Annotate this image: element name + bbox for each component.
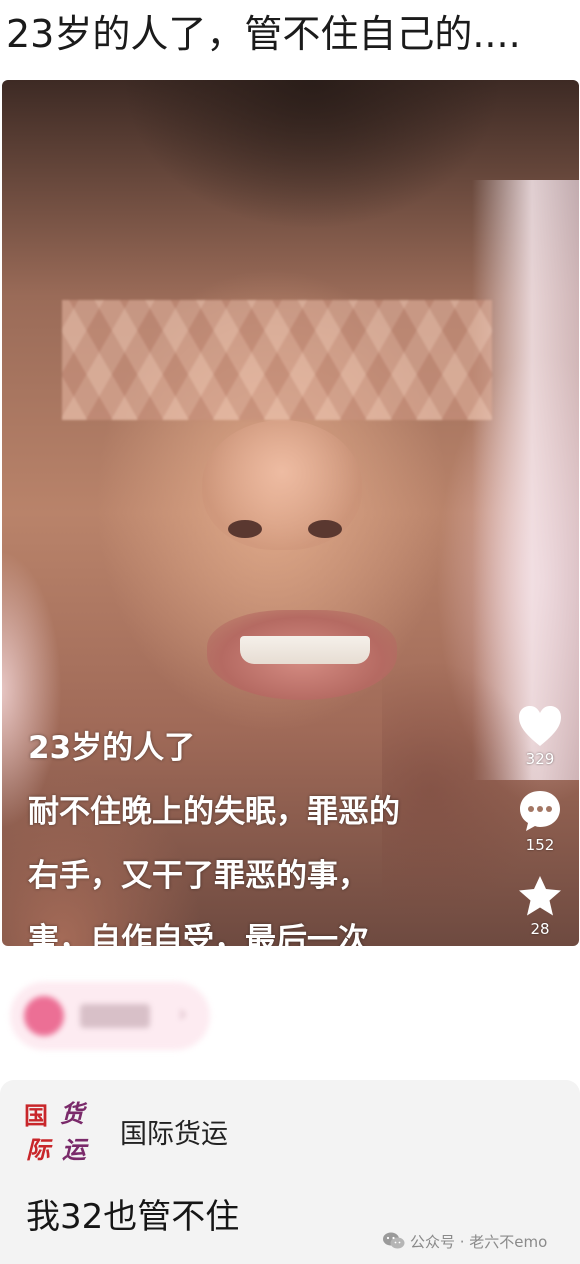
comment-text: 我32也管不住 [26, 1197, 240, 1237]
caption-line: 23岁的人了 [28, 730, 196, 766]
photo-hair [122, 80, 502, 230]
like-count: 329 [525, 750, 555, 768]
photo-nostril-right [308, 520, 342, 538]
wechat-icon [383, 1232, 405, 1249]
like-button[interactable]: 329 [517, 704, 563, 768]
video-caption: 23岁的人了 耐不住晚上的失眠，罪恶的 右手，又干了罪恶的事， 害，自作自受，最… [28, 716, 498, 946]
logo-char: 货 [60, 1099, 84, 1128]
post-title: 23岁的人了，管不住自己的.... [6, 12, 521, 56]
logo-char: 国 [24, 1101, 48, 1130]
author-chip-blurred[interactable]: › [10, 982, 210, 1050]
photo-nostril-left [228, 520, 262, 538]
caption-line: 耐不住晚上的失眠，罪恶的 [28, 794, 400, 830]
caption-line: 害，自作自受，最后一次 [28, 922, 369, 946]
author-avatar [24, 996, 64, 1036]
star-icon [519, 876, 561, 916]
comment-bubble-icon [520, 791, 560, 831]
comment-count: 152 [525, 836, 555, 854]
video-action-bar: 329 152 28 [502, 704, 578, 944]
caption-line: 右手，又干了罪恶的事， [28, 858, 369, 894]
video-frame[interactable]: 23岁的人了 耐不住晚上的失眠，罪恶的 右手，又干了罪恶的事， 害，自作自受，最… [2, 80, 579, 946]
heart-icon [519, 706, 561, 746]
favorite-button[interactable]: 28 [517, 874, 563, 938]
author-name-blurred [80, 1004, 150, 1028]
logo-char: 际 [26, 1135, 50, 1164]
comment-button[interactable]: 152 [517, 788, 563, 854]
commenter-name[interactable]: 国际货运 [120, 1118, 228, 1152]
commenter-avatar[interactable]: 国 货 际 运 [22, 1099, 90, 1168]
photo-teeth [240, 636, 370, 664]
chevron-right-icon: › [178, 1002, 187, 1027]
eyes-mosaic-censor [62, 300, 492, 420]
watermark: 公众号 · 老六不emo [382, 1228, 547, 1254]
watermark-text: 公众号 · 老六不emo [410, 1232, 548, 1251]
favorite-count: 28 [530, 920, 550, 938]
logo-char: 运 [62, 1135, 86, 1164]
